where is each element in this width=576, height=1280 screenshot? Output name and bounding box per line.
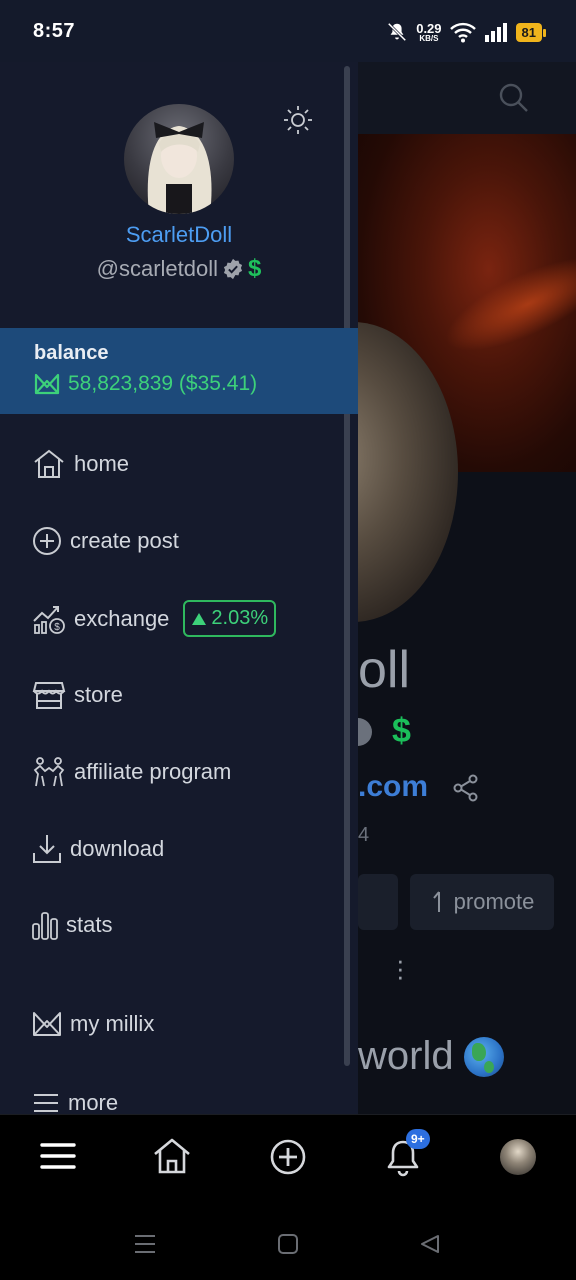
menu-icon[interactable] [40,1141,76,1171]
more-options-icon[interactable]: · · · [396,947,405,989]
triangle-up-icon [192,612,207,625]
promote-button[interactable]: promote [410,874,554,930]
verified-icon [223,258,243,280]
system-navigation-bar [0,1200,576,1280]
verified-icon [358,717,372,746]
home-icon [34,449,64,478]
profile-count-fragment: 4 [358,824,370,846]
arrow-up-icon [432,891,440,912]
net-speed: 0.29 KB/S [416,22,441,43]
promote-label: promote [453,889,535,914]
millix-icon [33,1012,61,1036]
profile-link-fragment[interactable]: .com [358,770,428,804]
menu-item-label: stats [66,912,113,937]
menu-item-store[interactable]: store [32,679,123,711]
display-name[interactable]: ScarletDoll [0,222,358,248]
battery-icon: 81 [515,22,547,42]
menu-item-home[interactable]: home [32,448,129,480]
background-topbar [358,62,576,134]
globe-emoji-icon [463,1036,504,1077]
menu-item-label: affiliate program [74,759,232,784]
plus-circle-icon [33,527,61,555]
balance-amount: 58,823,839 ($35.41) [68,372,258,395]
balance-panel[interactable]: balance 58,823,839 ($35.41) [0,328,358,414]
exchange-chart-icon: $ [33,605,65,634]
menu-item-label: store [74,682,123,707]
notification-badge: 9+ [406,1129,430,1149]
create-icon[interactable] [270,1139,306,1175]
menu-item-affiliate-program[interactable]: affiliate program [32,756,231,788]
bottom-navigation: 9+ [0,1114,576,1200]
status-bar: 8:57 0.29 KB/S 81 [0,0,576,62]
menu-item-create-post[interactable]: create post [32,526,179,556]
user-handle: @scarletdoll [96,256,219,281]
menu-item-my-millix[interactable]: my millix [32,1011,154,1037]
millix-icon [34,373,60,395]
profile-avatar[interactable] [500,1139,536,1175]
net-speed-value: 0.29 [416,20,442,36]
profile-name-fragment: oll [358,641,411,699]
theme-toggle-sun-icon[interactable] [283,105,313,135]
recent-apps-icon[interactable] [134,1234,156,1254]
menu-item-label: create post [70,528,179,553]
download-icon [33,835,61,863]
status-icons: 0.29 KB/S 81 [386,17,547,47]
home-icon[interactable] [152,1137,192,1175]
svg-text:$: $ [54,622,60,633]
exchange-change-badge: 2.03% [183,600,277,637]
wifi-icon [449,22,476,43]
back-icon[interactable] [420,1234,440,1254]
net-speed-unit: KB/S [419,33,439,43]
dollar-icon: $ [248,255,262,282]
affiliate-icon [33,757,65,787]
menu-item-label: exchange [74,605,170,631]
exchange-change-value: 2.03% [211,607,269,629]
profile-bio-fragment: world [358,1034,504,1079]
screen: 8:57 0.29 KB/S 81 oll $ .com 4 promote ·… [0,0,576,1280]
background-profile-page: oll $ .com 4 promote · · · world [358,62,576,1114]
balance-label: balance [34,342,109,364]
balance-amount-row: 58,823,839 ($35.41) [34,372,257,396]
status-time: 8:57 [33,20,76,42]
menu-item-label: my millix [70,1011,155,1036]
user-handle-row: @scarletdoll $ [0,255,358,283]
menu-item-label: download [70,836,165,861]
drawer-scrollbar[interactable] [344,66,350,1066]
bio-text: world [358,1034,454,1078]
profile-action-button[interactable] [358,874,398,930]
home-button-icon[interactable] [278,1234,298,1254]
menu-item-more[interactable]: more [32,1090,118,1114]
share-icon[interactable] [452,774,480,802]
search-icon [499,83,528,112]
menu-item-stats[interactable]: stats [32,910,112,940]
bell-muted-icon [387,22,407,42]
menu-item-download[interactable]: download [32,833,164,865]
signal-icon [484,23,507,42]
profile-badges-row: $ [358,712,411,751]
menu-item-exchange[interactable]: $ exchange 2.03% [32,600,277,637]
store-icon [32,682,66,709]
menu-item-label: more [68,1090,119,1114]
menu-icon [34,1094,58,1112]
navigation-drawer: ScarletDoll @scarletdoll $ balance 58,82… [0,62,358,1114]
stats-icon [32,912,58,940]
profile-avatar[interactable] [124,104,234,214]
dollar-icon: $ [392,712,411,750]
menu-item-label: home [74,451,130,476]
